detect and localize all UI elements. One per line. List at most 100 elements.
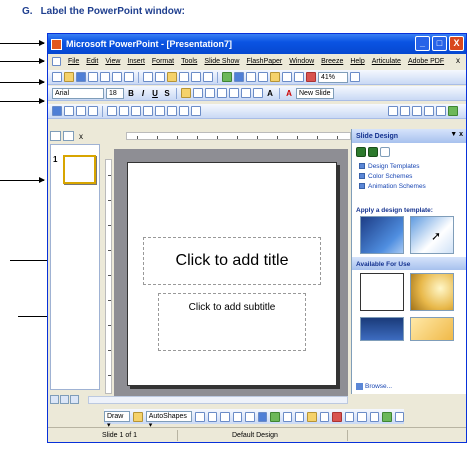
menu-articulate[interactable]: Articulate [372,58,401,65]
insert-chart-icon[interactable] [222,72,232,82]
task-pane-controls[interactable]: ▼ x [450,131,463,138]
shadow-button[interactable]: S [162,89,172,98]
underline-button[interactable]: U [150,89,160,98]
open-icon[interactable] [64,72,74,82]
arrow-icon[interactable] [207,411,218,422]
redo-icon[interactable] [203,72,213,82]
font-select[interactable]: Arial [52,87,104,99]
font-size-select[interactable]: 18 [106,87,124,99]
line-style-icon[interactable] [344,411,355,422]
font-color-button[interactable]: A [284,89,294,98]
design-template-thumbnail[interactable] [360,273,404,311]
back-icon[interactable] [356,147,366,157]
copy-icon[interactable] [155,72,165,82]
help-icon[interactable] [350,72,360,82]
menu-window[interactable]: Window [289,58,314,65]
subtitle-placeholder[interactable]: Click to add subtitle [158,293,306,351]
picture-icon[interactable] [294,411,305,422]
browse-link[interactable]: Browse... [356,383,392,390]
menu-view[interactable]: View [105,58,120,65]
slide-show-icon[interactable] [70,395,79,404]
design-template-thumbnail[interactable] [410,273,454,311]
design-template-thumbnail[interactable] [410,317,454,341]
extra-tool-icon[interactable] [400,106,410,116]
extra-tool-icon[interactable] [388,106,398,116]
slide[interactable]: Click to add title Click to add subtitle [127,162,337,386]
normal-view-icon[interactable] [50,395,59,404]
design-templates-link[interactable]: Design Templates [352,161,466,171]
design-template-thumbnail[interactable] [360,317,404,341]
design-template-thumbnail[interactable] [360,216,404,254]
draw-menu-button[interactable]: Draw ▾ [104,411,131,429]
menu-file[interactable]: File [68,58,79,65]
extra-tool-icon[interactable] [412,106,422,116]
color-schemes-link[interactable]: Color Schemes [352,171,466,181]
font-color-icon[interactable] [332,411,342,422]
diagram-icon[interactable] [270,411,280,422]
undo-icon[interactable] [191,72,201,82]
save-icon[interactable] [76,72,86,82]
extra-tool-icon[interactable] [76,106,86,116]
home-icon[interactable] [380,147,390,157]
insert-picture-icon[interactable] [258,72,268,82]
menu-edit[interactable]: Edit [86,58,98,65]
tables-borders-icon[interactable] [246,72,256,82]
numbering-icon[interactable] [217,88,227,98]
cut-icon[interactable] [143,72,153,82]
extra-tool-icon[interactable] [131,106,141,116]
insert-table-icon[interactable] [234,72,244,82]
extra-tool-icon[interactable] [155,106,165,116]
format-painter-icon[interactable] [179,72,189,82]
extra-tool-icon[interactable] [52,106,62,116]
horizontal-scrollbar[interactable] [88,396,348,404]
extra-tool-icon[interactable] [143,106,153,116]
show-formatting-icon[interactable] [282,72,292,82]
close-button[interactable]: X [449,36,464,51]
align-left-icon[interactable] [181,88,191,98]
3d-style-icon[interactable] [394,411,405,422]
maximize-button[interactable]: □ [432,36,447,51]
dash-style-icon[interactable] [357,411,367,422]
italic-button[interactable]: I [138,89,148,98]
new-icon[interactable] [52,72,62,82]
minimize-button[interactable]: _ [415,36,430,51]
line-icon[interactable] [195,411,205,422]
close-slides-pane-button[interactable]: x [79,132,83,141]
powerpoint-app-icon[interactable] [51,38,62,50]
extra-tool-icon[interactable] [119,106,129,116]
increase-indent-icon[interactable] [253,88,263,98]
slide-thumbnail[interactable] [63,155,96,184]
extra-tool-icon[interactable] [191,106,201,116]
forward-icon[interactable] [368,147,378,157]
close-document-button[interactable]: x [456,56,460,65]
text-box-icon[interactable] [245,411,255,422]
bold-button[interactable]: B [126,89,136,98]
line-color-icon[interactable] [319,411,330,422]
document-icon[interactable] [52,57,61,66]
extra-tool-icon[interactable] [179,106,189,116]
select-objects-icon[interactable] [133,411,143,422]
zoom-select[interactable]: 41% [318,71,348,83]
menu-tools[interactable]: Tools [181,58,197,65]
slide-sorter-view-icon[interactable] [60,395,69,404]
align-right-icon[interactable] [205,88,215,98]
bullets-icon[interactable] [229,88,239,98]
arrow-style-icon[interactable] [369,411,380,422]
expand-all-icon[interactable] [270,72,280,82]
menu-adobe-pdf[interactable]: Adobe PDF [408,58,444,65]
spelling-icon[interactable] [124,72,134,82]
clip-art-icon[interactable] [282,411,292,422]
title-bar[interactable]: Microsoft PowerPoint - [Presentation7] _… [48,34,466,54]
extra-tool-icon[interactable] [107,106,117,116]
menu-format[interactable]: Format [152,58,174,65]
autoshapes-menu-button[interactable]: AutoShapes ▾ [145,411,193,429]
paste-icon[interactable] [167,72,177,82]
menu-flashpaper[interactable]: FlashPaper [246,58,282,65]
extra-tool-icon[interactable] [167,106,177,116]
extra-tool-icon[interactable] [64,106,74,116]
horizontal-ruler[interactable] [126,132,351,140]
extra-tool-icon[interactable] [88,106,98,116]
animation-schemes-link[interactable]: Animation Schemes [352,181,466,191]
menu-help[interactable]: Help [350,58,364,65]
outline-tab-icon[interactable] [50,131,61,141]
